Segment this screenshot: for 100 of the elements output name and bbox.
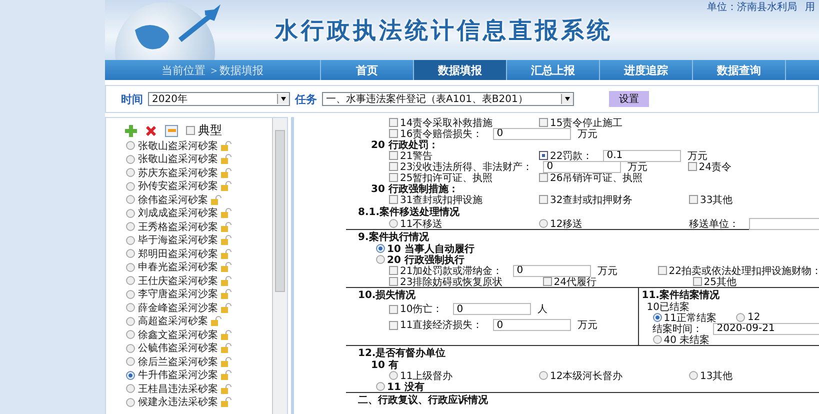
lock-icon — [221, 140, 232, 151]
checkbox[interactable] — [389, 118, 398, 127]
input-field[interactable]: 0 — [492, 128, 571, 140]
checkbox[interactable] — [389, 195, 398, 204]
checkbox[interactable] — [539, 173, 548, 182]
radio-button[interactable] — [539, 219, 548, 228]
case-radio[interactable] — [126, 303, 135, 312]
case-radio[interactable] — [126, 182, 135, 191]
checkbox[interactable] — [389, 277, 398, 286]
radio-button[interactable] — [376, 382, 385, 391]
case-radio[interactable] — [126, 357, 135, 366]
input-field[interactable]: 2020-09-21 — [712, 322, 819, 334]
lock-icon — [221, 262, 232, 272]
add-icon[interactable] — [125, 124, 137, 136]
edit-icon[interactable] — [165, 124, 178, 136]
checkbox[interactable] — [539, 151, 548, 160]
case-name[interactable]: 徐鑫文盗采河砂案 — [138, 328, 218, 342]
checkbox[interactable] — [389, 151, 398, 160]
case-name[interactable]: 王秀格盗采河砂案 — [138, 220, 218, 234]
input-field[interactable]: 0 — [512, 264, 591, 276]
case-radio[interactable] — [126, 370, 135, 380]
radio-button[interactable] — [652, 335, 662, 344]
radio-button[interactable] — [389, 219, 398, 228]
case-name[interactable]: 孙传安盗采河砂案 — [138, 179, 218, 194]
dropdown-arrow-icon[interactable] — [561, 94, 573, 104]
checkbox[interactable] — [689, 195, 698, 204]
checkbox[interactable] — [389, 266, 398, 275]
case-name[interactable]: 张敬山盗采河砂案 — [138, 138, 218, 153]
checkbox[interactable] — [539, 195, 548, 204]
case-radio[interactable] — [126, 398, 135, 407]
case-name[interactable]: 薛金峰盗采河沙案 — [138, 300, 218, 315]
nav-tab[interactable]: 数据查询 — [693, 60, 786, 80]
case-radio[interactable] — [126, 344, 135, 353]
nav-tab[interactable]: 汇总上报 — [507, 60, 600, 80]
case-radio[interactable] — [126, 330, 135, 340]
case-radio[interactable] — [126, 249, 135, 258]
option-label: 10已结案 — [646, 300, 690, 312]
case-name[interactable]: 申春光盗采河砂案 — [138, 260, 218, 274]
case-radio[interactable] — [126, 195, 135, 204]
case-name[interactable]: 徐伟盗采河砂案 — [138, 192, 208, 207]
checkbox[interactable] — [389, 129, 398, 138]
case-name[interactable]: 苏庆东盗采河砂案 — [138, 166, 218, 180]
input-field[interactable]: 0 — [452, 303, 531, 315]
case-radio[interactable] — [126, 290, 135, 299]
case-name[interactable]: 王仕庆盗采河砂案 — [138, 274, 218, 288]
case-name[interactable]: 高超盗采河砂案 — [138, 314, 208, 328]
case-name[interactable]: 牛升伟盗采河沙案 — [138, 368, 218, 382]
typical-checkbox[interactable] — [186, 126, 195, 135]
checkbox[interactable] — [389, 304, 398, 314]
case-name[interactable]: 徐后兰盗采河砂案 — [138, 354, 218, 369]
case-radio[interactable] — [126, 168, 135, 178]
radio-button[interactable] — [736, 313, 746, 322]
radio-button[interactable] — [376, 255, 385, 264]
case-name[interactable]: 郑明田盗采河砂案 — [138, 246, 218, 261]
radio-button[interactable] — [539, 371, 548, 380]
case-name[interactable]: 刘成成盗采河砂案 — [138, 206, 218, 220]
case-name[interactable]: 王桂昌违法采砂案 — [138, 382, 218, 396]
case-radio[interactable] — [126, 222, 135, 232]
checkbox[interactable] — [389, 173, 398, 182]
checkbox[interactable] — [688, 162, 697, 171]
dropdown-arrow-icon[interactable] — [277, 94, 289, 104]
case-radio[interactable] — [126, 154, 135, 164]
checkbox[interactable] — [692, 277, 702, 286]
section-heading: 11.案件结案情况 — [642, 288, 720, 302]
radio-button[interactable] — [652, 313, 662, 322]
scrollbar[interactable] — [272, 118, 287, 414]
nav-tab[interactable]: 数据填报 — [414, 60, 507, 80]
checkbox[interactable] — [389, 320, 398, 330]
radio-button[interactable] — [689, 371, 698, 380]
radio-label: 10 当事人自动履行 — [387, 242, 474, 254]
case-radio[interactable] — [126, 236, 135, 245]
checkbox[interactable] — [542, 277, 552, 286]
case-radio[interactable] — [126, 208, 135, 218]
case-radio[interactable] — [126, 316, 135, 326]
case-radio[interactable] — [126, 141, 135, 150]
case-radio[interactable] — [126, 276, 135, 286]
case-radio[interactable] — [126, 262, 135, 272]
checkbox[interactable] — [389, 162, 398, 171]
case-name[interactable]: 李守唐盗采河沙案 — [138, 287, 218, 302]
case-name[interactable]: 公毓伟盗采河砂案 — [138, 341, 218, 356]
input-field[interactable]: 0 — [542, 160, 621, 172]
case-name[interactable]: 张敬山盗采河砂案 — [138, 152, 218, 166]
time-select[interactable]: 2020年 — [148, 92, 290, 106]
input-field[interactable]: 0.1 — [602, 150, 681, 162]
checkbox[interactable] — [658, 266, 667, 275]
case-name[interactable]: 候建永违法采砂案 — [138, 395, 218, 410]
case-name[interactable]: 毕于海盗采河砂案 — [138, 233, 218, 248]
delete-icon[interactable] — [145, 124, 157, 136]
settings-button[interactable]: 设置 — [609, 91, 649, 107]
case-radio[interactable] — [126, 384, 135, 394]
field-label: 移送单位： — [689, 218, 739, 230]
input-field[interactable]: 0 — [492, 319, 571, 331]
radio-button[interactable] — [376, 244, 385, 253]
nav-tab[interactable]: 进度追踪 — [600, 60, 693, 80]
checkbox-label: 23没收违法所得、非法财产： — [400, 160, 533, 172]
checkbox[interactable] — [539, 118, 548, 127]
lock-icon — [221, 384, 232, 394]
radio-button[interactable] — [389, 371, 398, 380]
task-select[interactable]: 一、水事违法案件登记（表A101、表B201） — [322, 92, 574, 106]
lock-icon — [221, 397, 232, 408]
